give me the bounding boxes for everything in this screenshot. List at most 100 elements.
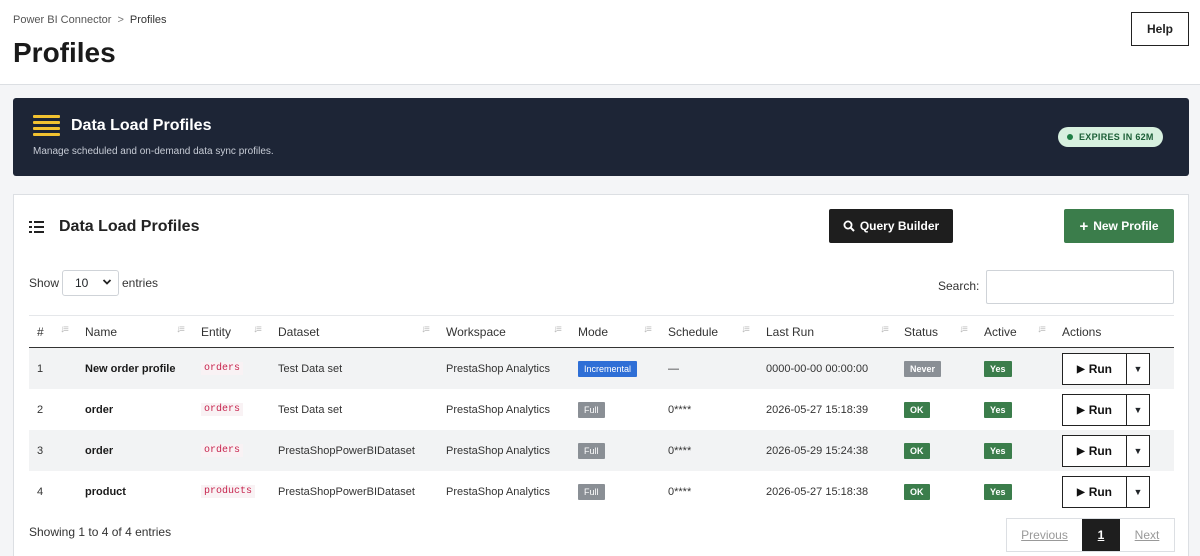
entity-code: orders xyxy=(201,362,244,375)
play-icon: ▶ xyxy=(1076,363,1085,375)
new-profile-label: New Profile xyxy=(1093,219,1159,233)
show-label: Show xyxy=(29,276,60,290)
status-badge: Never xyxy=(904,360,942,377)
sort-icon: ↓≡ xyxy=(880,324,889,335)
status-cell: OK xyxy=(904,430,930,471)
next-page-button[interactable]: Next xyxy=(1120,519,1174,551)
run-button-group: ▶ Run ▼ xyxy=(1062,476,1150,508)
sort-icon: ↓≡ xyxy=(553,324,562,335)
run-button[interactable]: ▶ Run xyxy=(1062,476,1127,508)
header-name[interactable]: Name xyxy=(85,316,117,347)
active-badge: Yes xyxy=(984,360,1012,377)
entries-label: entries xyxy=(122,276,159,290)
entity-code: orders xyxy=(201,444,244,457)
run-dropdown-toggle[interactable]: ▼ xyxy=(1127,353,1150,385)
schedule-cell: 0**** xyxy=(668,444,692,457)
header-dataset[interactable]: Dataset xyxy=(278,316,319,347)
header-entity[interactable]: Entity xyxy=(201,316,231,347)
workspace-cell: PrestaShop Analytics xyxy=(446,403,550,416)
header-schedule[interactable]: Schedule xyxy=(668,316,718,347)
active-cell: Yes xyxy=(984,348,1012,389)
profile-name: New order profile xyxy=(85,362,176,375)
status-badge: OK xyxy=(904,401,930,418)
status-badge: OK xyxy=(904,483,930,500)
previous-page-button[interactable]: Previous xyxy=(1007,519,1082,551)
run-button-group: ▶ Run ▼ xyxy=(1062,353,1150,385)
sort-icon: ↓≡ xyxy=(253,324,262,335)
header-mode[interactable]: Mode xyxy=(578,316,608,347)
run-dropdown-toggle[interactable]: ▼ xyxy=(1127,476,1150,508)
last-run-cell: 0000-00-00 00:00:00 xyxy=(766,362,869,375)
entries-select[interactable]: 10 xyxy=(62,270,119,296)
breadcrumb: Power BI Connector > Profiles xyxy=(13,14,167,26)
caret-down-icon: ▼ xyxy=(1133,446,1143,456)
caret-down-icon: ▼ xyxy=(1133,364,1143,374)
schedule-cell: — xyxy=(668,362,679,375)
workspace-cell: PrestaShop Analytics xyxy=(446,444,550,457)
breadcrumb-current: Profiles xyxy=(129,14,167,26)
play-icon: ▶ xyxy=(1076,486,1085,498)
breadcrumb-separator: > xyxy=(117,14,124,26)
table-info: Showing 1 to 4 of 4 entries xyxy=(29,525,172,539)
status-cell: OK xyxy=(904,471,930,512)
active-badge: Yes xyxy=(984,401,1012,418)
new-profile-button[interactable]: + New Profile xyxy=(1064,209,1174,243)
list-icon xyxy=(33,115,60,136)
expires-badge: EXPIRES IN 62M xyxy=(1058,127,1163,147)
caret-down-icon: ▼ xyxy=(1133,487,1143,497)
last-run-cell: 2026-05-27 15:18:38 xyxy=(766,485,869,498)
query-builder-button[interactable]: Query Builder xyxy=(829,209,953,243)
query-builder-label: Query Builder xyxy=(859,219,940,233)
search-input[interactable] xyxy=(986,270,1174,304)
table-row: 3 order orders PrestaShopPowerBIDataset … xyxy=(29,430,1174,471)
run-button[interactable]: ▶ Run xyxy=(1062,394,1127,426)
run-dropdown-toggle[interactable]: ▼ xyxy=(1127,394,1150,426)
mode-cell: Full xyxy=(578,471,605,512)
profile-name: order xyxy=(85,403,114,416)
header-num[interactable]: # xyxy=(37,316,44,347)
status-dot-icon xyxy=(1067,134,1073,140)
help-button[interactable]: Help xyxy=(1131,12,1189,46)
sort-icon: ↓≡ xyxy=(959,324,968,335)
status-badge: OK xyxy=(904,442,930,459)
row-number: 2 xyxy=(37,403,44,416)
run-button[interactable]: ▶ Run xyxy=(1062,435,1127,467)
entity-code: orders xyxy=(201,403,244,416)
sort-icon: ↓≡ xyxy=(741,324,750,335)
active-cell: Yes xyxy=(984,471,1012,512)
dataset-cell: Test Data set xyxy=(278,403,343,416)
profiles-table: # ↓≡ Name ↓≡ Entity ↓≡ Dataset ↓≡ Worksp… xyxy=(29,315,1174,512)
header-last-run[interactable]: Last Run xyxy=(766,316,814,347)
dataset-cell: PrestaShopPowerBIDataset xyxy=(278,444,415,457)
table-row: 2 order orders Test Data set PrestaShop … xyxy=(29,389,1174,430)
mode-badge: Full xyxy=(578,401,605,418)
header-workspace[interactable]: Workspace xyxy=(446,316,506,347)
profile-name: order xyxy=(85,444,114,457)
workspace-cell: PrestaShop Analytics xyxy=(446,485,550,498)
active-cell: Yes xyxy=(984,389,1012,430)
info-banner: Data Load Profiles Manage scheduled and … xyxy=(13,98,1189,176)
pagination: Previous 1 Next xyxy=(1006,518,1175,552)
mode-badge: Full xyxy=(578,483,605,500)
header-active[interactable]: Active xyxy=(984,316,1017,347)
run-button-group: ▶ Run ▼ xyxy=(1062,435,1150,467)
search-label: Search: xyxy=(938,279,980,293)
entity-cell: orders xyxy=(201,348,244,389)
page-1-button[interactable]: 1 xyxy=(1082,519,1120,551)
run-button[interactable]: ▶ Run xyxy=(1062,353,1127,385)
row-number: 3 xyxy=(37,444,44,457)
page-header: Power BI Connector > Profiles Profiles Hel… xyxy=(0,0,1200,85)
header-actions: Actions xyxy=(1062,324,1102,339)
sort-icon: ↓≡ xyxy=(421,324,430,335)
search-icon xyxy=(843,220,855,232)
banner-title: Data Load Profiles xyxy=(71,117,212,134)
header-status[interactable]: Status xyxy=(904,316,938,347)
breadcrumb-parent-link[interactable]: Power BI Connector xyxy=(13,14,111,26)
run-label: Run xyxy=(1088,362,1113,376)
mode-badge: Incremental xyxy=(578,360,638,377)
list-icon xyxy=(29,221,44,233)
run-dropdown-toggle[interactable]: ▼ xyxy=(1127,435,1150,467)
row-number: 1 xyxy=(37,362,44,375)
play-icon: ▶ xyxy=(1076,404,1085,416)
mode-cell: Full xyxy=(578,389,605,430)
